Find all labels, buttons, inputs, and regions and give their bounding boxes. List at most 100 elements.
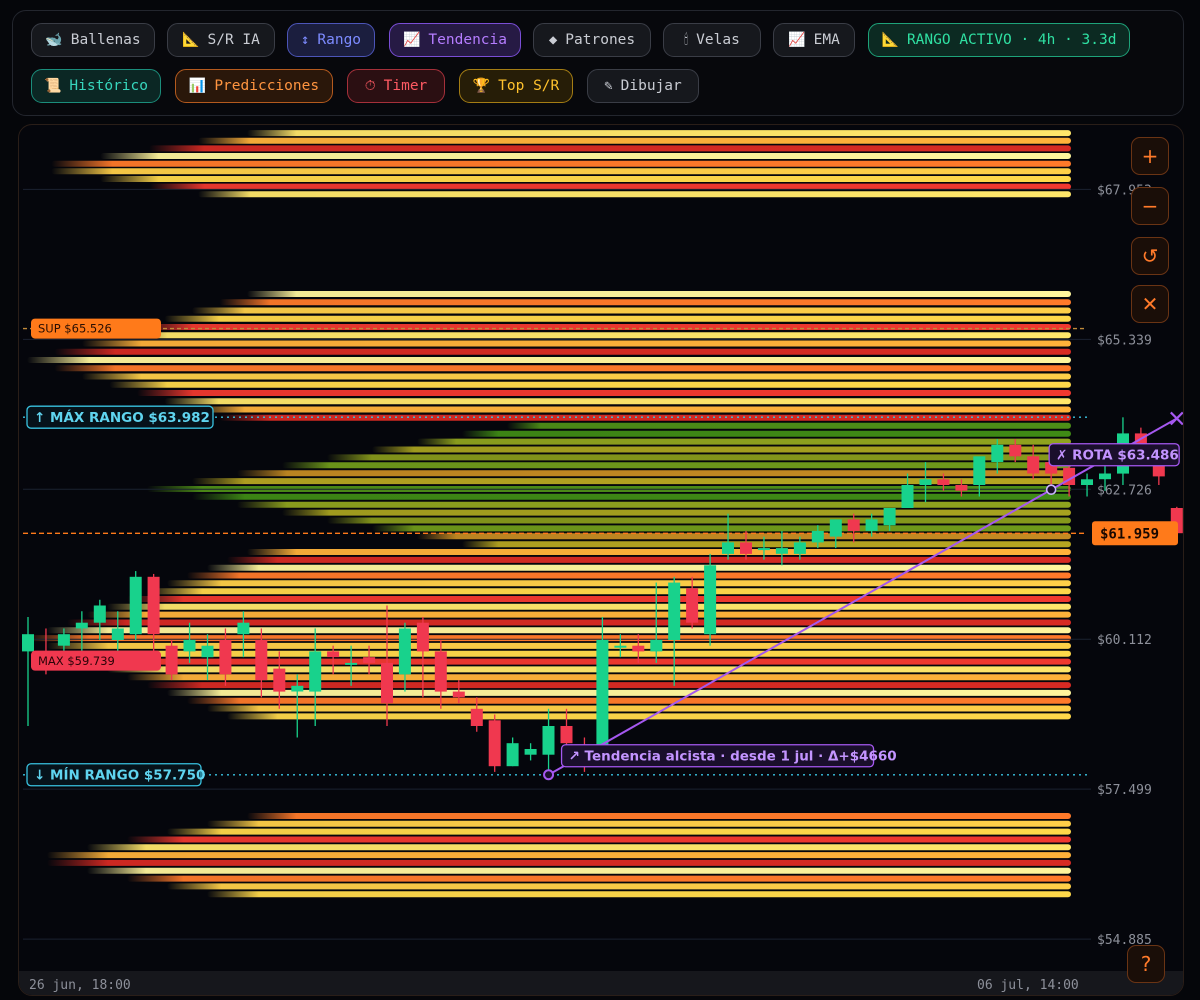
help-button[interactable]: ? (1127, 945, 1165, 983)
heat-line (462, 430, 1071, 437)
range-max-label[interactable]: ↑ MÁX RANGO $63.982 (26, 405, 214, 429)
heat-line (137, 390, 1071, 396)
chart-panel[interactable]: ↑ MÁX RANGO $63.982 ↓ MÍN RANGO $57.750 SU… (18, 124, 1184, 996)
zoom-in-button[interactable]: + (1131, 137, 1169, 175)
y-axis-tick-label: $65.339 (1097, 333, 1152, 348)
candle-body (865, 519, 878, 531)
heat-line (47, 852, 1071, 859)
heat-line (147, 682, 1071, 689)
close-button[interactable]: ✕ (1131, 285, 1169, 323)
current-price-tag: $61.959 (1092, 521, 1178, 546)
heat-line (127, 596, 1071, 602)
heat-line (87, 658, 1071, 665)
range-min-label[interactable]: ↓ MÍN RANGO $57.750 (26, 763, 205, 787)
y-axis-tick-label: $60.112 (1097, 633, 1152, 648)
heat-line (327, 454, 1071, 461)
heat-line (109, 332, 1071, 339)
velas-button[interactable]: 🕯 Velas (663, 23, 761, 57)
heat-line (207, 564, 1071, 571)
rango-button[interactable]: ↕ Rango (287, 23, 375, 57)
trend-chart-icon: 📈 (788, 32, 806, 48)
candle-body (273, 668, 286, 692)
heat-line (127, 836, 1071, 843)
trend-label[interactable]: ↗ Tendencia alcista · desde 1 jul · Δ+$4… (560, 744, 897, 768)
candle-body (488, 720, 501, 767)
candle (488, 714, 501, 772)
top-sr-button[interactable]: 🏆 Top S/R (459, 69, 573, 103)
candle-body (129, 576, 142, 635)
candle-body (147, 576, 160, 635)
patrones-button[interactable]: ◆ Patrones (533, 23, 651, 57)
heat-line (67, 650, 1071, 657)
heat-line (198, 137, 1072, 144)
candle-body (201, 645, 214, 658)
ballenas-button[interactable]: 🐋 Ballenas (31, 23, 155, 57)
ema-button[interactable]: 📈 EMA (773, 23, 855, 57)
dibujar-button[interactable]: ✎ Dibujar (587, 69, 699, 103)
reset-button[interactable]: ↺ (1131, 237, 1169, 275)
trend-break-label-text: ✗ ROTA $63.486 (1056, 448, 1179, 464)
heat-line (207, 820, 1071, 827)
heat-line (164, 398, 1071, 405)
heat-line (51, 160, 1071, 167)
trendline-start-handle[interactable] (543, 769, 555, 781)
x-axis-start-label: 26 jun, 18:00 (29, 978, 131, 993)
candle (793, 536, 806, 560)
candle-body (363, 657, 376, 663)
trendline-end-marker-icon (1170, 411, 1183, 426)
top-sr-label: Top S/R (498, 78, 560, 94)
rango-activo-label: RANGO ACTIVO · 4h · 3.3d (906, 32, 1117, 48)
zoom-out-button[interactable]: − (1131, 187, 1169, 225)
candle-body (506, 743, 519, 767)
heat-line (207, 705, 1071, 712)
sr-ia-button[interactable]: 📐 S/R IA (167, 23, 275, 57)
candle-body (1099, 473, 1111, 480)
candle-body (632, 645, 645, 652)
tendencia-button[interactable]: 📈 Tendencia (389, 23, 521, 57)
candle-body (793, 542, 806, 554)
rango-activo-button[interactable]: 📐 RANGO ACTIVO · 4h · 3.3d (868, 23, 1130, 57)
trend-break-label[interactable]: ✗ ROTA $63.486 (1048, 443, 1180, 467)
candle-body (219, 639, 232, 675)
ballenas-label: Ballenas (70, 32, 141, 48)
chart-canvas[interactable]: ↑ MÁX RANGO $63.982 ↓ MÍN RANGO $57.750 SU… (19, 125, 1184, 996)
heat-line (54, 365, 1071, 372)
whale-icon: 🐋 (45, 32, 63, 48)
plus-icon: + (1141, 144, 1159, 168)
candle (524, 743, 537, 761)
support-label[interactable]: SUP $65.526 (31, 318, 161, 339)
candle-body (901, 485, 914, 508)
trophy-icon: 🏆 (472, 78, 491, 94)
heat-line (507, 422, 1071, 429)
heat-line (198, 191, 1072, 198)
candle-body (57, 634, 70, 646)
timer-button[interactable]: ⏱ Timer (347, 69, 445, 103)
candle-body (165, 645, 178, 675)
trendline-break-handle[interactable] (1045, 484, 1057, 496)
heat-line (219, 299, 1071, 306)
trend-label-text: ↗ Tendencia alcista · desde 1 jul · Δ+$4… (569, 749, 897, 765)
heat-line (247, 813, 1071, 819)
heat-line (192, 406, 1071, 413)
candle-body (470, 708, 483, 726)
historico-button[interactable]: 📜 Histórico (31, 69, 161, 103)
candle (1081, 473, 1093, 497)
dibujar-label: Dibujar (620, 78, 682, 94)
candle-body (973, 456, 986, 485)
resistance-label[interactable]: MAX $59.739 (31, 650, 161, 671)
question-icon: ? (1140, 952, 1152, 976)
candle-body (309, 651, 322, 692)
candle-body (811, 530, 824, 543)
heat-line (164, 315, 1071, 322)
x-axis-end-label: 06 jul, 14:00 (977, 978, 1079, 993)
heat-line (192, 493, 1071, 500)
range-min-label-text: ↓ MÍN RANGO $57.750 (34, 767, 205, 784)
heat-line (237, 470, 1071, 477)
predicciones-button[interactable]: 📊 Predicciones (175, 69, 333, 103)
heat-line (417, 438, 1071, 445)
heat-line (87, 867, 1071, 874)
heat-line (167, 580, 1071, 587)
candle (757, 536, 770, 560)
candle-body (416, 622, 429, 652)
bar-chart-icon: 📊 (188, 78, 207, 94)
